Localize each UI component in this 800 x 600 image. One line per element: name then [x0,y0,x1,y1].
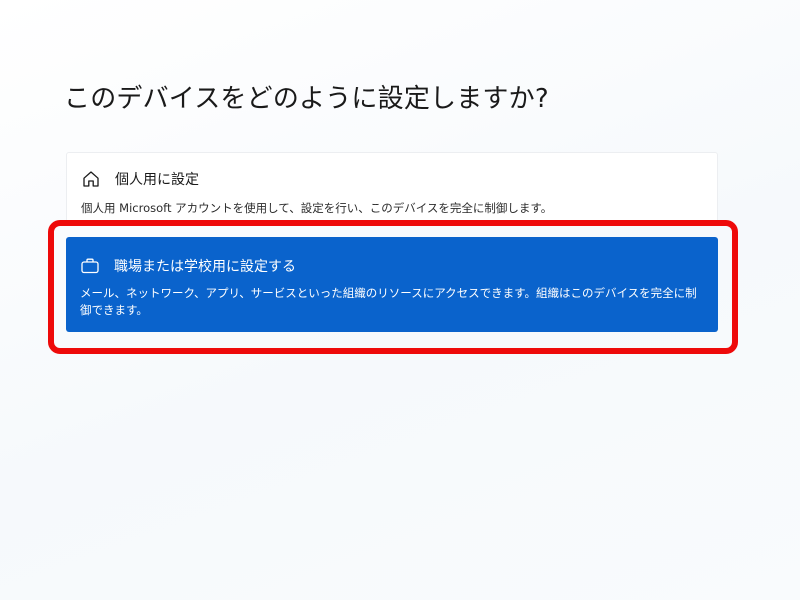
home-icon [83,171,99,187]
personal-option-label: 個人用に設定 [115,172,199,188]
work-option-header: 職場または学校用に設定する [80,256,296,276]
work-option-description: メール、ネットワーク、アプリ、サービスといった組織のリソースにアクセスできます。… [80,286,697,317]
page-title: このデバイスをどのように設定しますか? [64,84,549,114]
work-school-setup-option[interactable]: 職場または学校用に設定する メール、ネットワーク、アプリ、サービスといった組織の… [66,237,718,332]
briefcase-icon [81,258,99,274]
personal-option-header: 個人用に設定 [81,169,199,189]
work-option-label: 職場または学校用に設定する [114,259,296,275]
personal-setup-option[interactable]: 個人用に設定 個人用 Microsoft アカウントを使用して、設定を行い、この… [66,152,718,224]
personal-option-description: 個人用 Microsoft アカウントを使用して、設定を行い、このデバイスを完全… [81,201,553,215]
